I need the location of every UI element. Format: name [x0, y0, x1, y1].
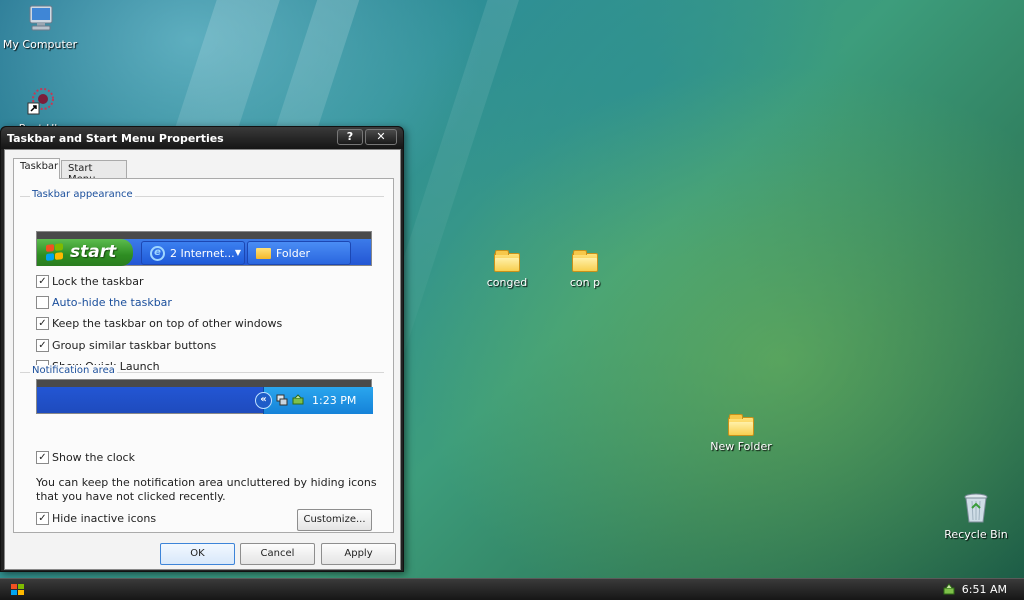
taskbar-properties-dialog: Taskbar and Start Menu Properties ? ✕ Ta…: [0, 126, 404, 572]
taskbar-appearance-heading: Taskbar appearance: [30, 189, 135, 200]
hide-inactive-checkbox[interactable]: ✓: [36, 512, 49, 525]
folder-icon: [572, 250, 598, 272]
desktop-icon-recycle-bin[interactable]: Recycle Bin: [936, 492, 1016, 541]
lock-taskbar-checkbox[interactable]: ✓: [36, 275, 49, 288]
recycle-bin-icon: [964, 493, 988, 523]
auto-hide-checkbox[interactable]: [36, 296, 49, 309]
desktop-icon-conged[interactable]: conged: [467, 250, 547, 289]
preview-start-button: start: [37, 239, 133, 266]
preview-folder-button: Folder: [247, 241, 351, 265]
notification-area-preview: « 1:23 PM: [36, 379, 373, 414]
dialog-title: Taskbar and Start Menu Properties: [7, 132, 224, 145]
start-button[interactable]: [11, 584, 25, 597]
dialog-client-area: Taskbar Start Menu Taskbar appearance st…: [4, 149, 401, 570]
taskbar: 6:51 AM: [0, 578, 1024, 600]
desktop-icon-label: conged: [486, 276, 528, 289]
desktop-icon-label: Recycle Bin: [944, 528, 1008, 541]
internet-explorer-icon: e: [150, 246, 165, 261]
safely-remove-hardware-icon: [292, 394, 304, 405]
folder-icon: [494, 250, 520, 272]
windows-logo-icon: [11, 584, 17, 589]
cancel-button[interactable]: Cancel: [240, 543, 315, 565]
network-icon: [276, 394, 288, 406]
show-clock-checkbox[interactable]: ✓: [36, 451, 49, 464]
tab-start-menu[interactable]: Start Menu: [61, 160, 127, 185]
desktop-icon-shortcut[interactable]: Rest Uh: [0, 86, 80, 130]
desktop-icon-label: con p: [569, 276, 601, 289]
preview-clock: 1:23 PM: [312, 394, 357, 407]
option-label: Keep the taskbar on top of other windows: [52, 317, 283, 330]
close-icon: ✕: [376, 130, 386, 143]
folder-icon: [256, 248, 271, 259]
dialog-titlebar[interactable]: Taskbar and Start Menu Properties ? ✕: [1, 127, 403, 149]
ok-button[interactable]: OK: [160, 543, 235, 565]
option-label: Hide inactive icons: [52, 512, 157, 525]
computer-icon: [29, 5, 53, 31]
option-label: Show the clock: [52, 451, 135, 464]
desktop-icon-con-p[interactable]: con p: [545, 250, 625, 289]
keep-on-top-checkbox[interactable]: ✓: [36, 317, 49, 330]
group-buttons-checkbox[interactable]: ✓: [36, 339, 49, 352]
tab-taskbar[interactable]: Taskbar: [13, 158, 60, 179]
close-button[interactable]: ✕: [365, 129, 397, 145]
desktop-icon-new-folder[interactable]: New Folder: [701, 414, 781, 453]
preview-ie-label: 2 Internet...: [170, 247, 235, 260]
preview-folder-label: Folder: [276, 247, 310, 260]
notification-area-description: You can keep the notification area unclu…: [36, 476, 377, 503]
notification-area-heading: Notification area: [30, 365, 117, 376]
option-label: Auto-hide the taskbar: [52, 296, 172, 309]
preview-ie-group-button: e 2 Internet... ▼: [141, 241, 245, 265]
show-hidden-icons-chevron-icon: «: [255, 392, 272, 409]
option-label: Group similar taskbar buttons: [52, 339, 217, 352]
taskbar-clock[interactable]: 6:51 AM: [962, 583, 1007, 596]
desktop-icon-label: My Computer: [2, 38, 78, 51]
taskbar-preview: start e 2 Internet... ▼ Folder: [36, 231, 372, 266]
preview-tray: « 1:23 PM: [255, 387, 373, 414]
folder-icon: [728, 414, 754, 436]
taskbar-tab-panel: Taskbar appearance start e 2 Internet...…: [13, 178, 394, 533]
desktop-icon-my-computer[interactable]: My Computer: [0, 4, 80, 51]
option-label: Lock the taskbar: [52, 275, 144, 288]
desktop-icon-label: New Folder: [710, 440, 772, 453]
help-button[interactable]: ?: [337, 129, 363, 145]
apply-button[interactable]: Apply: [321, 543, 396, 565]
preview-start-label: start: [70, 242, 117, 262]
app-shortcut-icon: [27, 88, 54, 115]
dropdown-arrow-icon: ▼: [234, 248, 241, 257]
help-icon: ?: [346, 130, 354, 143]
windows-logo-icon: [46, 243, 64, 262]
customize-button[interactable]: Customize...: [297, 509, 372, 531]
safely-remove-hardware-icon[interactable]: [942, 583, 956, 596]
